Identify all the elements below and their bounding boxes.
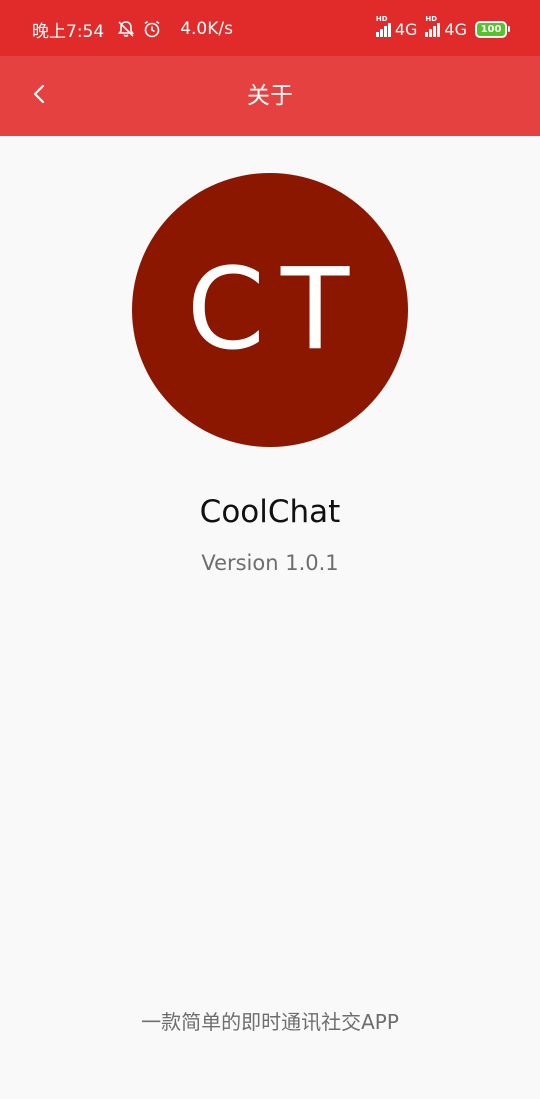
network-speed: 4.0K/s (180, 19, 233, 39)
app-bar: 关于 (0, 56, 540, 136)
status-right: HD 4G HD 4G 100 (375, 15, 510, 41)
alarm-clock-icon (142, 19, 162, 39)
status-left: 晚上7:54 4.0K/s (32, 17, 233, 42)
app-version: Version 1.0.1 (201, 551, 339, 575)
sim2-network-label: 4G (444, 19, 467, 39)
page-title: 关于 (247, 83, 293, 109)
signal-strength-icon: HD (425, 15, 441, 37)
mute-bell-icon (116, 19, 136, 39)
app-description: 一款简单的即时通讯社交APP (141, 1010, 399, 1034)
signal-strength-icon: HD (375, 15, 392, 37)
battery-tip (508, 26, 510, 32)
battery-icon: 100 (475, 20, 507, 38)
about-screen: 晚上7:54 4.0K/s HD 4G HD 4G 100 关于 CT Cool… (0, 0, 540, 1099)
app-logo: CT (132, 173, 408, 447)
status-bar: 晚上7:54 4.0K/s HD 4G HD 4G 100 (0, 0, 540, 56)
app-name: CoolChat (199, 494, 341, 530)
status-time: 晚上7:54 (32, 21, 105, 42)
sim1-network-label: 4G (394, 19, 418, 39)
